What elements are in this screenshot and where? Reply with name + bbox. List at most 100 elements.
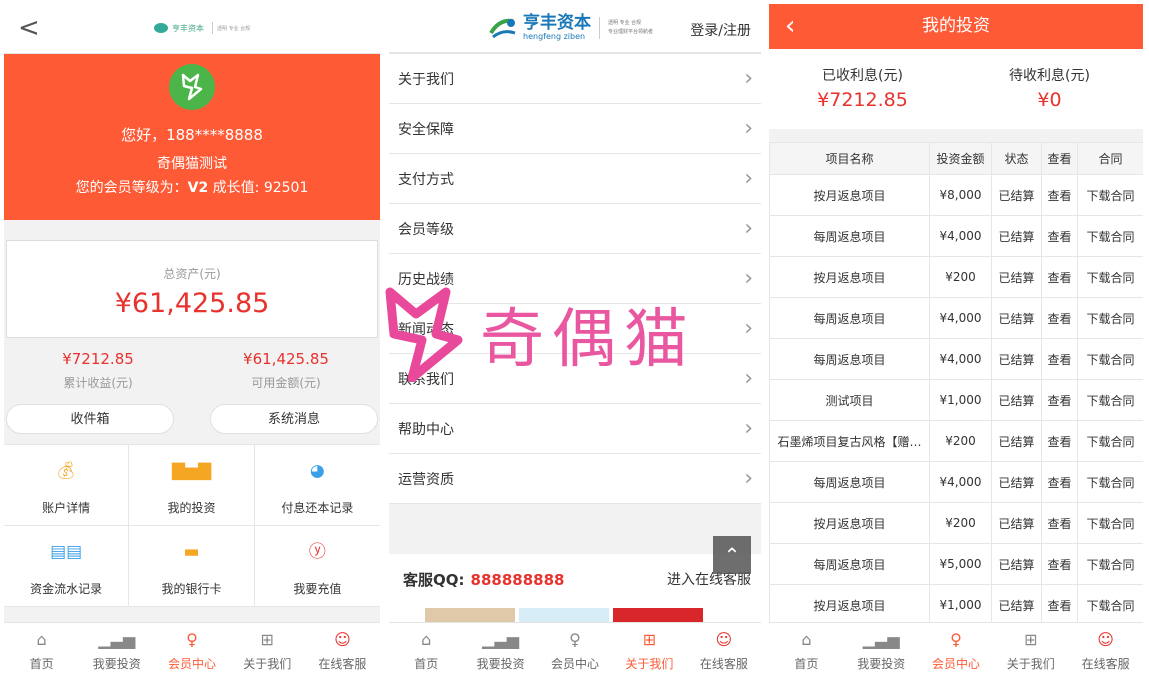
nav-home[interactable]: ⌂ 首页 bbox=[769, 623, 844, 675]
available-amount: ¥61,425.85 可用金额(元) bbox=[192, 350, 380, 400]
nav-invest[interactable]: ▁▃▅ 我要投资 bbox=[463, 623, 537, 675]
message-tabs: 收件箱 系统消息 bbox=[4, 404, 380, 434]
amount-cell: ¥5,000 bbox=[929, 543, 992, 585]
grid-interest-records[interactable]: ◕ 付息还本记录 bbox=[254, 445, 380, 526]
menu-item[interactable]: 历史战绩 › bbox=[389, 254, 761, 304]
money-bag-icon: 💰︎ bbox=[55, 461, 77, 481]
download-contract-link[interactable]: 下载合同 bbox=[1077, 174, 1143, 216]
menu-item[interactable]: 联系我们 › bbox=[389, 354, 761, 404]
accum-income: ¥7212.85 累计收益(元) bbox=[4, 350, 192, 400]
brand-name-small: 亨丰资本 bbox=[172, 23, 204, 33]
nav-home[interactable]: ⌂ 首页 bbox=[389, 623, 463, 675]
back-icon[interactable]: < bbox=[18, 14, 40, 42]
grid-my-investments[interactable]: ▇▅▇ 我的投资 bbox=[129, 445, 255, 526]
amount-cell: ¥4,000 bbox=[929, 297, 992, 339]
view-link[interactable]: 查看 bbox=[1041, 297, 1078, 339]
nav-home[interactable]: ⌂ 首页 bbox=[4, 623, 79, 675]
level-prefix: 您的会员等级为： bbox=[75, 180, 188, 196]
grid-recharge[interactable]: ⓨ 我要充值 bbox=[254, 526, 380, 607]
menu-item[interactable]: 帮助中心 › bbox=[389, 404, 761, 454]
view-link[interactable]: 查看 bbox=[1041, 174, 1078, 216]
brand-pinyin: hengfeng ziben bbox=[523, 32, 586, 41]
grid-account-details[interactable]: 💰︎ 账户详情 bbox=[4, 445, 130, 526]
project-name-cell: 测试项目 bbox=[769, 379, 930, 421]
home-icon: ⌂ bbox=[421, 630, 432, 649]
tab-system-messages[interactable]: 系统消息 bbox=[210, 404, 378, 434]
download-contract-link[interactable]: 下载合同 bbox=[1077, 256, 1143, 298]
nav-about[interactable]: ⊞ 关于我们 bbox=[993, 623, 1068, 675]
download-contract-link[interactable]: 下载合同 bbox=[1077, 338, 1143, 380]
menu-item[interactable]: 会员等级 › bbox=[389, 204, 761, 254]
nav-member[interactable]: ♀ 会员中心 bbox=[538, 623, 612, 675]
download-contract-link[interactable]: 下载合同 bbox=[1077, 420, 1143, 462]
nav-label: 在线客服 bbox=[699, 657, 748, 671]
avatar[interactable] bbox=[169, 64, 215, 110]
menu-label: 支付方式 bbox=[398, 171, 454, 188]
nav-invest[interactable]: ▁▃▅ 我要投资 bbox=[79, 623, 154, 675]
nav-member[interactable]: ♀ 会员中心 bbox=[154, 623, 229, 675]
chevron-right-icon: › bbox=[744, 116, 753, 141]
nav-invest[interactable]: ▁▃▅ 我要投资 bbox=[844, 623, 919, 675]
nav-member[interactable]: ♀ 会员中心 bbox=[919, 623, 994, 675]
amount-cell: ¥1,000 bbox=[929, 379, 992, 421]
nav-service[interactable]: ☺ 在线客服 bbox=[305, 623, 380, 675]
brand-slogan: 透明 专业 合规 bbox=[608, 19, 642, 26]
menu-item[interactable]: 支付方式 › bbox=[389, 154, 761, 204]
nav-service[interactable]: ☺ 在线客服 bbox=[687, 623, 761, 675]
amount-cell: ¥200 bbox=[929, 420, 992, 462]
brand-slogan-small: 透明 专业 合规 bbox=[217, 25, 251, 32]
grid-fund-flow[interactable]: ▤▤ 资金流水记录 bbox=[4, 526, 130, 607]
cat-logo-icon bbox=[181, 73, 203, 101]
qq-label: 客服QQ: bbox=[403, 570, 465, 589]
menu-item[interactable]: 运营资质 › bbox=[389, 454, 761, 504]
view-link[interactable]: 查看 bbox=[1041, 543, 1078, 585]
nav-about[interactable]: ⊞ 关于我们 bbox=[230, 623, 305, 675]
grid-bank-card[interactable]: ▬ 我的银行卡 bbox=[129, 526, 255, 607]
download-contract-link[interactable]: 下载合同 bbox=[1077, 461, 1143, 503]
menu-item[interactable]: 关于我们 › bbox=[389, 54, 761, 104]
view-link[interactable]: 查看 bbox=[1041, 256, 1078, 298]
brand-logo: 亨丰资本 hengfeng ziben 透明 专业 合规 专业理财平台领航者 bbox=[489, 14, 653, 41]
view-link[interactable]: 查看 bbox=[1041, 338, 1078, 380]
table-row: 按月返息项目 ¥8,000 已结算 查看 下载合同 bbox=[769, 174, 1143, 216]
view-link[interactable]: 查看 bbox=[1041, 215, 1078, 257]
project-name-cell: 每周返息项目 bbox=[769, 215, 930, 257]
login-register-link[interactable]: 登录/注册 bbox=[690, 20, 751, 40]
view-link[interactable]: 查看 bbox=[1041, 379, 1078, 421]
function-grid: 💰︎ 账户详情 ▇▅▇ 我的投资 ◕ 付息还本记录 ▤▤ 资金流水记录 ▬ 我的… bbox=[4, 444, 380, 607]
grid-icon: ⊞ bbox=[642, 630, 657, 649]
chevron-right-icon: › bbox=[744, 66, 753, 91]
table-row: 每周返息项目 ¥5,000 已结算 查看 下载合同 bbox=[769, 543, 1143, 585]
download-contract-link[interactable]: 下载合同 bbox=[1077, 543, 1143, 585]
project-name-cell: 每周返息项目 bbox=[769, 543, 930, 585]
download-contract-link[interactable]: 下载合同 bbox=[1077, 502, 1143, 544]
nav-service[interactable]: ☺ 在线客服 bbox=[1068, 623, 1143, 675]
download-contract-link[interactable]: 下载合同 bbox=[1077, 584, 1143, 626]
view-link[interactable]: 查看 bbox=[1041, 502, 1078, 544]
menu-item[interactable]: 安全保障 › bbox=[389, 104, 761, 154]
nav-about[interactable]: ⊞ 关于我们 bbox=[612, 623, 686, 675]
nav-label: 关于我们 bbox=[1006, 657, 1055, 671]
accum-income-value: ¥7212.85 bbox=[62, 350, 134, 368]
chevron-right-icon: › bbox=[744, 266, 753, 291]
download-contract-link[interactable]: 下载合同 bbox=[1077, 215, 1143, 257]
growth-label: 成长值: bbox=[212, 180, 260, 196]
tab-inbox[interactable]: 收件箱 bbox=[6, 404, 174, 434]
back-to-top-button[interactable]: ⌃ bbox=[713, 536, 751, 574]
header: < 亨丰资本 透明 专业 合规 bbox=[4, 4, 380, 54]
qq-number[interactable]: 888888888 bbox=[471, 571, 565, 589]
status-cell: 已结算 bbox=[991, 502, 1042, 544]
nav-label: 会员中心 bbox=[551, 657, 600, 671]
download-contract-link[interactable]: 下载合同 bbox=[1077, 379, 1143, 421]
view-link[interactable]: 查看 bbox=[1041, 584, 1078, 626]
nav-label: 关于我们 bbox=[625, 657, 674, 671]
menu-label: 历史战绩 bbox=[398, 271, 454, 288]
table-row: 按月返息项目 ¥200 已结算 查看 下载合同 bbox=[769, 256, 1143, 298]
download-contract-link[interactable]: 下载合同 bbox=[1077, 297, 1143, 339]
menu-item[interactable]: 新闻动态 › bbox=[389, 304, 761, 354]
view-link[interactable]: 查看 bbox=[1041, 420, 1078, 462]
view-link[interactable]: 查看 bbox=[1041, 461, 1078, 503]
nav-label: 会员中心 bbox=[168, 657, 217, 671]
back-icon[interactable]: ‹ bbox=[785, 4, 795, 49]
nav-label: 在线客服 bbox=[1081, 657, 1130, 671]
